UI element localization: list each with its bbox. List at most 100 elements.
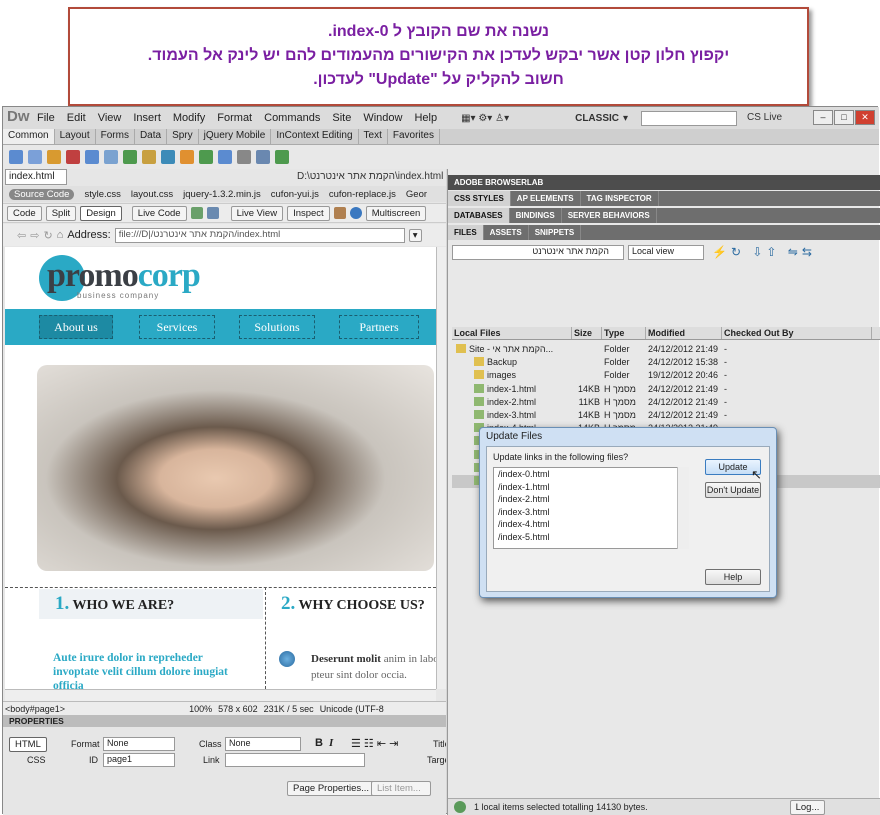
split-view-button[interactable]: Split bbox=[45, 205, 77, 221]
file-name[interactable]: images bbox=[452, 369, 572, 382]
panel-tab[interactable]: AP ELEMENTS bbox=[511, 191, 581, 206]
insert-tab-6[interactable]: InContext Editing bbox=[271, 129, 359, 144]
file-name[interactable]: Site - הקמת אתר אי... bbox=[452, 343, 572, 356]
file-row[interactable]: Site - הקמת אתר אי... Folder 24/12/2012 21… bbox=[452, 343, 880, 356]
insert-tab-3[interactable]: Data bbox=[135, 129, 168, 144]
design-view-button[interactable]: Design bbox=[80, 205, 122, 221]
insert-tab-4[interactable]: Spry bbox=[167, 129, 199, 144]
search-input[interactable] bbox=[641, 111, 737, 126]
media-icon[interactable] bbox=[142, 150, 156, 164]
back-icon[interactable]: ⇦ bbox=[17, 229, 26, 242]
panel-tab[interactable]: BINDINGS bbox=[510, 208, 562, 223]
file-row[interactable]: index-1.html 14KB H מסמך 24/12/2012 21:49- bbox=[452, 383, 880, 396]
link-input[interactable] bbox=[225, 753, 365, 767]
menu-item-commands[interactable]: Commands bbox=[258, 112, 326, 124]
hr-icon[interactable] bbox=[66, 150, 80, 164]
calendar-icon[interactable] bbox=[180, 150, 194, 164]
nav-solutions[interactable]: Solutions bbox=[239, 315, 315, 339]
layout-icon[interactable]: ▦▾ ⚙▾ ♙▾ bbox=[461, 113, 509, 124]
globe-icon[interactable] bbox=[349, 207, 362, 219]
panel-tab[interactable]: CSS STYLES bbox=[448, 191, 511, 206]
refresh-icon[interactable]: ↻ bbox=[43, 229, 52, 242]
update-file-item[interactable]: /index-0.html bbox=[498, 468, 688, 481]
script-icon[interactable] bbox=[199, 150, 213, 164]
inspect-button[interactable]: Inspect bbox=[287, 205, 330, 221]
update-file-item[interactable]: /index-3.html bbox=[498, 506, 688, 519]
insert-tab-7[interactable]: Text bbox=[359, 129, 388, 144]
menu-item-edit[interactable]: Edit bbox=[61, 112, 92, 124]
cslive-label[interactable]: CS Live bbox=[747, 112, 782, 123]
zoom-select[interactable]: 100% bbox=[189, 704, 212, 714]
multiscreen-button[interactable]: Multiscreen bbox=[365, 205, 427, 221]
list-icons[interactable]: ☰ ☷ ⇤ ⇥ bbox=[351, 737, 398, 750]
live-code-button[interactable]: Live Code bbox=[131, 205, 187, 221]
hyperlink-icon[interactable] bbox=[9, 150, 23, 164]
nav-about[interactable]: About us bbox=[39, 315, 113, 339]
update-file-item[interactable]: /index-2.html bbox=[498, 493, 688, 506]
col-modified[interactable]: Modified bbox=[646, 327, 722, 339]
italic-button[interactable]: I bbox=[329, 737, 333, 749]
home-icon[interactable]: ⌂ bbox=[57, 229, 64, 241]
menu-item-file[interactable]: File bbox=[31, 112, 61, 124]
related-file[interactable]: Geor bbox=[406, 189, 427, 200]
menu-item-help[interactable]: Help bbox=[408, 112, 443, 124]
menu-item-insert[interactable]: Insert bbox=[127, 112, 167, 124]
menu-item-site[interactable]: Site bbox=[326, 112, 357, 124]
update-file-item[interactable]: /index-4.html bbox=[498, 518, 688, 531]
view-select[interactable]: Local view bbox=[628, 245, 704, 260]
related-file[interactable]: jquery-1.3.2.min.js bbox=[183, 189, 261, 200]
debug-icon[interactable] bbox=[333, 207, 346, 219]
maximize-button[interactable]: □ bbox=[834, 110, 854, 125]
format-select[interactable]: None bbox=[103, 737, 175, 751]
browserlab-panel[interactable]: ADOBE BROWSERLAB bbox=[448, 175, 880, 190]
address-input[interactable]: file:///D|/הקמת אתר אינטרנט/index.html bbox=[114, 227, 405, 243]
file-row[interactable]: images Folder 19/12/2012 20:46- bbox=[452, 369, 880, 382]
comment-icon[interactable] bbox=[218, 150, 232, 164]
horizontal-scrollbar[interactable] bbox=[5, 689, 436, 701]
live-view-button[interactable]: Live View bbox=[230, 205, 284, 221]
update-file-list[interactable]: /index-0.html/index-1.html/index-2.html /… bbox=[493, 467, 689, 549]
panel-tab[interactable]: ASSETS bbox=[484, 225, 529, 240]
close-button[interactable]: ✕ bbox=[855, 110, 875, 125]
related-file[interactable]: style.css bbox=[84, 189, 120, 200]
related-file[interactable]: cufon-yui.js bbox=[271, 189, 319, 200]
panel-tab[interactable]: SNIPPETS bbox=[529, 225, 582, 240]
forward-icon[interactable]: ⇨ bbox=[30, 229, 39, 242]
nav-services[interactable]: Services bbox=[139, 315, 215, 339]
preview-icon[interactable] bbox=[206, 207, 219, 219]
connect-refresh-icons[interactable]: ⚡↻ ⇩⇧ ⇋⇆ bbox=[712, 245, 816, 259]
file-row[interactable]: index-2.html 11KB H מסמך 24/12/2012 21:49- bbox=[452, 396, 880, 409]
help-button[interactable]: Help bbox=[705, 569, 761, 585]
update-file-item[interactable]: /index-5.html bbox=[498, 531, 688, 544]
col-size[interactable]: Size bbox=[572, 327, 602, 339]
date-icon[interactable] bbox=[161, 150, 175, 164]
anchor-icon[interactable] bbox=[47, 150, 61, 164]
chevron-down-icon[interactable]: ▾ bbox=[623, 113, 628, 124]
image-icon[interactable] bbox=[123, 150, 137, 164]
file-name[interactable]: index-3.html bbox=[452, 409, 572, 422]
div-icon[interactable] bbox=[104, 150, 118, 164]
class-select[interactable]: None bbox=[225, 737, 301, 751]
panel-tab[interactable]: DATABASES bbox=[448, 208, 510, 223]
bold-button[interactable]: B bbox=[315, 737, 323, 749]
list-scrollbar[interactable] bbox=[677, 467, 689, 549]
design-canvas[interactable]: promocorp business company About us Serv… bbox=[5, 247, 436, 689]
list-item-button[interactable]: List Item... bbox=[371, 781, 431, 796]
minimize-button[interactable]: – bbox=[813, 110, 833, 125]
template-icon[interactable] bbox=[256, 150, 270, 164]
insert-tab-0[interactable]: Common bbox=[3, 129, 55, 144]
dont-update-button[interactable]: Don't Update bbox=[705, 482, 761, 498]
menu-item-window[interactable]: Window bbox=[357, 112, 408, 124]
panel-tab[interactable]: SERVER BEHAVIORS bbox=[562, 208, 657, 223]
nav-partners[interactable]: Partners bbox=[339, 315, 419, 339]
table-icon[interactable] bbox=[85, 150, 99, 164]
email-link-icon[interactable] bbox=[28, 150, 42, 164]
insert-tab-2[interactable]: Forms bbox=[96, 129, 135, 144]
file-name[interactable]: Backup bbox=[452, 356, 572, 369]
panel-tab[interactable]: FILES bbox=[448, 225, 484, 240]
file-name[interactable]: index-1.html bbox=[452, 383, 572, 396]
source-code-button[interactable]: Source Code bbox=[9, 188, 75, 200]
col-type[interactable]: Type bbox=[602, 327, 646, 339]
tag-chooser-icon[interactable] bbox=[275, 150, 289, 164]
tag-selector[interactable]: <body#page1> bbox=[5, 704, 65, 714]
